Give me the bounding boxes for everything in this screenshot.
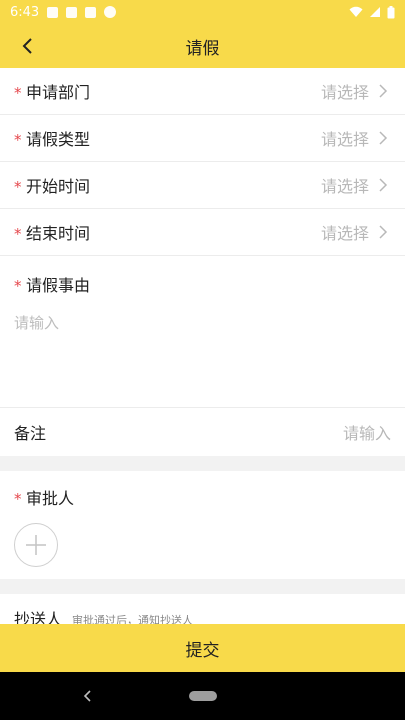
leave-type-value: 请选择 — [320, 130, 369, 149]
status-right — [349, 5, 395, 19]
required-mark: * — [14, 131, 22, 149]
chevron-right-icon — [379, 178, 388, 192]
approver-block: * 审批人 — [0, 471, 405, 579]
start-time-row[interactable]: * 开始时间 请选择 — [0, 162, 405, 209]
leave-type-row[interactable]: * 请假类型 请选择 — [0, 115, 405, 162]
end-time-value: 请选择 — [320, 224, 369, 243]
leave-form: * 申请部门 请选择 * 请假类型 请选择 * 开始时间 请选择 * 结束时间 … — [0, 68, 405, 634]
note-label: 备注 — [14, 424, 47, 443]
leave-request-screen: 6:43 请假 * 申请部门 请选择 * 请假类型 请选择 * 开始时间 请选择… — [0, 0, 405, 720]
app-notification-icon — [66, 6, 78, 18]
nav-home-pill[interactable] — [188, 691, 217, 701]
reason-input[interactable]: 请输入 — [14, 312, 391, 392]
note-row[interactable]: 备注 请输入 — [0, 408, 405, 456]
note-input[interactable]: 请输入 — [343, 420, 391, 444]
reason-label: 请假事由 — [26, 276, 91, 295]
chevron-right-icon — [379, 225, 388, 239]
page-title: 请假 — [185, 38, 220, 59]
submit-label: 提交 — [185, 640, 220, 661]
battery-icon — [387, 5, 395, 18]
start-time-label: 开始时间 — [26, 177, 91, 196]
image-notification-icon — [47, 6, 59, 18]
approver-label: 审批人 — [26, 489, 75, 508]
chevron-right-icon — [379, 131, 388, 145]
department-label: 申请部门 — [26, 83, 91, 102]
wifi-icon — [349, 6, 363, 17]
department-value: 请选择 — [320, 83, 369, 102]
required-mark: * — [14, 225, 22, 243]
leave-type-label: 请假类型 — [26, 130, 91, 149]
signal-icon — [370, 7, 380, 17]
add-approver-button[interactable] — [14, 523, 58, 567]
plus-icon — [26, 535, 46, 555]
start-time-value: 请选择 — [320, 177, 369, 196]
required-mark: * — [14, 178, 22, 196]
required-mark: * — [14, 277, 22, 295]
required-mark: * — [14, 84, 22, 102]
reason-block: * 请假事由 请输入 — [0, 256, 405, 408]
section-divider — [0, 579, 405, 594]
chevron-left-icon — [22, 38, 32, 54]
p-notification-icon — [104, 6, 117, 18]
end-time-row[interactable]: * 结束时间 请选择 — [0, 209, 405, 256]
app-notification-icon-2 — [85, 6, 97, 18]
back-button[interactable] — [14, 32, 42, 60]
nav-back-icon[interactable] — [80, 688, 96, 704]
department-row[interactable]: * 申请部门 请选择 — [0, 68, 405, 115]
status-time: 6:43 — [10, 4, 40, 20]
reason-header: * 请假事由 — [14, 272, 391, 296]
end-time-label: 结束时间 — [26, 224, 91, 243]
approver-header: * 审批人 — [14, 485, 391, 509]
status-left: 6:43 — [10, 4, 117, 20]
section-divider — [0, 456, 405, 471]
status-bar: 6:43 — [0, 0, 405, 24]
submit-button[interactable]: 提交 — [0, 624, 405, 672]
required-mark: * — [14, 490, 22, 508]
system-nav-bar — [0, 672, 405, 720]
chevron-right-icon — [379, 84, 388, 98]
app-bar: 请假 — [0, 24, 405, 68]
